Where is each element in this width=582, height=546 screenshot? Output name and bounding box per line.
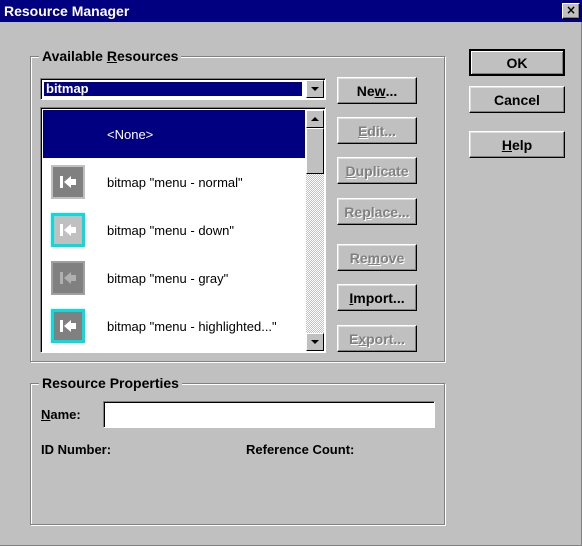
- resource-type-value: bitmap: [44, 82, 302, 96]
- remove-button[interactable]: Re m ove: [337, 244, 417, 271]
- row-icon-cell: [43, 110, 93, 158]
- row-icon-cell: [43, 302, 93, 350]
- edit-button[interactable]: Edit...: [337, 117, 417, 144]
- list-item-menu-normal[interactable]: bitmap "menu - normal": [43, 158, 305, 206]
- cancel-button[interactable]: Cancel: [469, 86, 565, 113]
- chevron-down-icon: [311, 87, 319, 91]
- resources-listbox[interactable]: <None> bitmap "menu - normal" bitmap "me…: [40, 107, 326, 353]
- list-item-menu-down[interactable]: bitmap "menu - down": [43, 206, 305, 254]
- id-number-label: ID Number:: [41, 442, 112, 457]
- resource-properties-label: Resource Properties: [39, 375, 182, 391]
- row-icon-cell: [43, 206, 93, 254]
- help-button[interactable]: Help: [469, 131, 565, 158]
- close-icon: ×: [565, 3, 577, 17]
- resource-manager-dialog: Resource Manager × Available Resources b…: [0, 0, 582, 546]
- list-item-label: bitmap "menu - gray": [107, 270, 229, 286]
- reference-count-label: Reference Count:: [246, 442, 355, 457]
- import-button[interactable]: Import...: [337, 284, 417, 311]
- list-item-label: bitmap "menu - highlighted...": [107, 318, 277, 334]
- arrow-left-bar-icon: [51, 261, 85, 295]
- scroll-up-button[interactable]: [306, 110, 324, 128]
- title-bar[interactable]: Resource Manager ×: [0, 0, 582, 22]
- available-resources-label: Available Resources: [39, 48, 182, 64]
- list-item-menu-gray[interactable]: bitmap "menu - gray": [43, 254, 305, 302]
- list-item-label: bitmap "menu - normal": [107, 174, 243, 190]
- name-label: Name:: [41, 407, 81, 422]
- list-item-menu-highlighted[interactable]: bitmap "menu - highlighted...": [43, 302, 305, 350]
- window-title: Resource Manager: [4, 3, 130, 19]
- list-item-label: bitmap "menu - down": [107, 222, 235, 238]
- chevron-up-icon: [311, 117, 319, 121]
- new-button[interactable]: Ne w...: [337, 77, 417, 104]
- list-item-none[interactable]: <None>: [43, 110, 305, 158]
- list-item-label: <None>: [107, 126, 154, 142]
- close-button[interactable]: ×: [562, 3, 580, 19]
- resource-type-combo[interactable]: bitmap: [40, 78, 326, 100]
- list-scrollbar[interactable]: [306, 110, 324, 351]
- arrow-left-bar-icon: [51, 213, 85, 247]
- replace-button[interactable]: Re p lace...: [337, 198, 417, 225]
- row-icon-cell: [43, 254, 93, 302]
- export-button[interactable]: Ex port...: [337, 325, 417, 352]
- combo-dropdown-button[interactable]: [306, 80, 324, 98]
- scroll-thumb[interactable]: [306, 128, 324, 174]
- arrow-left-bar-icon: [51, 309, 85, 343]
- name-field[interactable]: [103, 401, 435, 428]
- chevron-down-icon: [311, 340, 319, 344]
- row-icon-cell: [43, 158, 93, 206]
- resources-list: <None> bitmap "menu - normal" bitmap "me…: [43, 110, 305, 350]
- duplicate-button[interactable]: Duplicate: [337, 157, 417, 184]
- ok-button[interactable]: OK: [469, 49, 565, 76]
- scroll-down-button[interactable]: [306, 333, 324, 351]
- arrow-left-bar-icon: [51, 165, 85, 199]
